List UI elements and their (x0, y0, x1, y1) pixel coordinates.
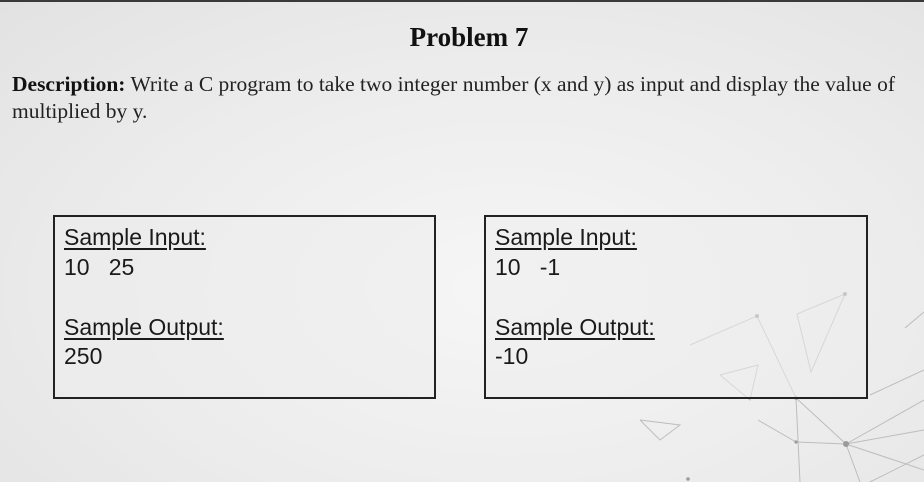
description-line-1: Description: Write a C program to take t… (12, 71, 924, 98)
sample-input-value: 10 25 (64, 254, 135, 280)
sample-output-heading: Sample Output: (64, 314, 224, 340)
sample-input-value: 10 -1 (495, 254, 561, 280)
problem-description: Description: Write a C program to take t… (12, 71, 924, 125)
sample-input-heading: Sample Input: (495, 224, 637, 250)
description-label: Description: (12, 72, 126, 96)
sample-box-2: Sample Input: 10 -1 Sample Output: -10 (484, 215, 868, 399)
description-text: Write a C program to take two integer nu… (125, 72, 895, 96)
sample-output-value: 250 (64, 343, 103, 369)
sample-input-heading: Sample Input: (64, 224, 206, 250)
sample-box-1: Sample Input: 10 25 Sample Output: 250 (53, 215, 436, 399)
problem-title: Problem 7 (409, 22, 529, 52)
description-line-2: multiplied by y. (12, 99, 148, 123)
sample-output-heading: Sample Output: (495, 314, 655, 340)
sample-output-value: -10 (495, 343, 529, 369)
